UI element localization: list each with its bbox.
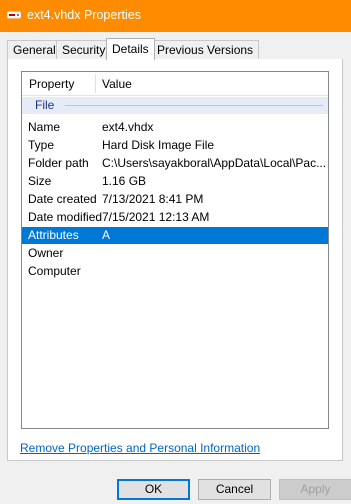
tab-general[interactable]: General bbox=[7, 40, 62, 59]
property-row-name[interactable]: Name ext4.vhdx bbox=[22, 119, 328, 136]
property-row-owner[interactable]: Owner bbox=[22, 245, 328, 262]
tab-bar: General Security Details Previous Versio… bbox=[0, 38, 351, 60]
property-value: 1.16 GB bbox=[102, 174, 147, 188]
tab-security[interactable]: Security bbox=[56, 40, 112, 59]
title-bar[interactable]: ext4.vhdx Properties bbox=[0, 0, 351, 32]
cancel-button[interactable]: Cancel bbox=[198, 479, 271, 500]
property-row-attributes[interactable]: Attributes A bbox=[22, 227, 328, 244]
tab-previous-versions[interactable]: Previous Versions bbox=[151, 40, 260, 59]
group-divider bbox=[65, 105, 323, 106]
property-label: Name bbox=[28, 120, 61, 134]
column-property[interactable]: Property bbox=[29, 77, 74, 91]
property-value: C:\Users\sayakboral\AppData\Local\Pac... bbox=[102, 156, 327, 170]
property-row-size[interactable]: Size 1.16 GB bbox=[22, 173, 328, 190]
property-row-type[interactable]: Type Hard Disk Image File bbox=[22, 137, 328, 154]
property-value: Hard Disk Image File bbox=[102, 138, 215, 152]
property-label: Type bbox=[28, 138, 55, 152]
property-label: Folder path bbox=[28, 156, 89, 170]
property-row-date-created[interactable]: Date created 7/13/2021 8:41 PM bbox=[22, 191, 328, 208]
group-label: File bbox=[35, 98, 55, 112]
details-panel: Property Value File Name ext4.vhdx Type … bbox=[7, 59, 343, 461]
column-header: Property Value bbox=[22, 72, 328, 96]
column-value[interactable]: Value bbox=[102, 77, 132, 91]
apply-button[interactable]: Apply bbox=[279, 479, 351, 500]
property-value: ext4.vhdx bbox=[102, 120, 154, 134]
group-header-file: File bbox=[22, 97, 328, 114]
property-value: 7/15/2021 12:13 AM bbox=[102, 210, 210, 224]
property-label: Owner bbox=[28, 246, 64, 260]
column-divider[interactable] bbox=[95, 74, 96, 93]
tab-details[interactable]: Details bbox=[106, 38, 155, 60]
property-row-folder-path[interactable]: Folder path C:\Users\sayakboral\AppData\… bbox=[22, 155, 328, 172]
property-row-date-modified[interactable]: Date modified 7/15/2021 12:13 AM bbox=[22, 209, 328, 226]
ok-button[interactable]: OK bbox=[117, 479, 190, 500]
property-label: Computer bbox=[28, 264, 81, 278]
vhdx-file-icon bbox=[7, 11, 21, 19]
property-label: Attributes bbox=[28, 228, 79, 242]
property-label: Date created bbox=[28, 192, 97, 206]
property-value: A bbox=[102, 228, 111, 242]
property-label: Size bbox=[28, 174, 52, 188]
remove-properties-link[interactable]: Remove Properties and Personal Informati… bbox=[20, 441, 260, 455]
property-value: 7/13/2021 8:41 PM bbox=[102, 192, 204, 206]
window-title: ext4.vhdx Properties bbox=[27, 8, 141, 22]
details-list[interactable]: Property Value File Name ext4.vhdx Type … bbox=[21, 71, 329, 429]
property-label: Date modified bbox=[28, 210, 103, 224]
property-row-computer[interactable]: Computer bbox=[22, 263, 328, 280]
